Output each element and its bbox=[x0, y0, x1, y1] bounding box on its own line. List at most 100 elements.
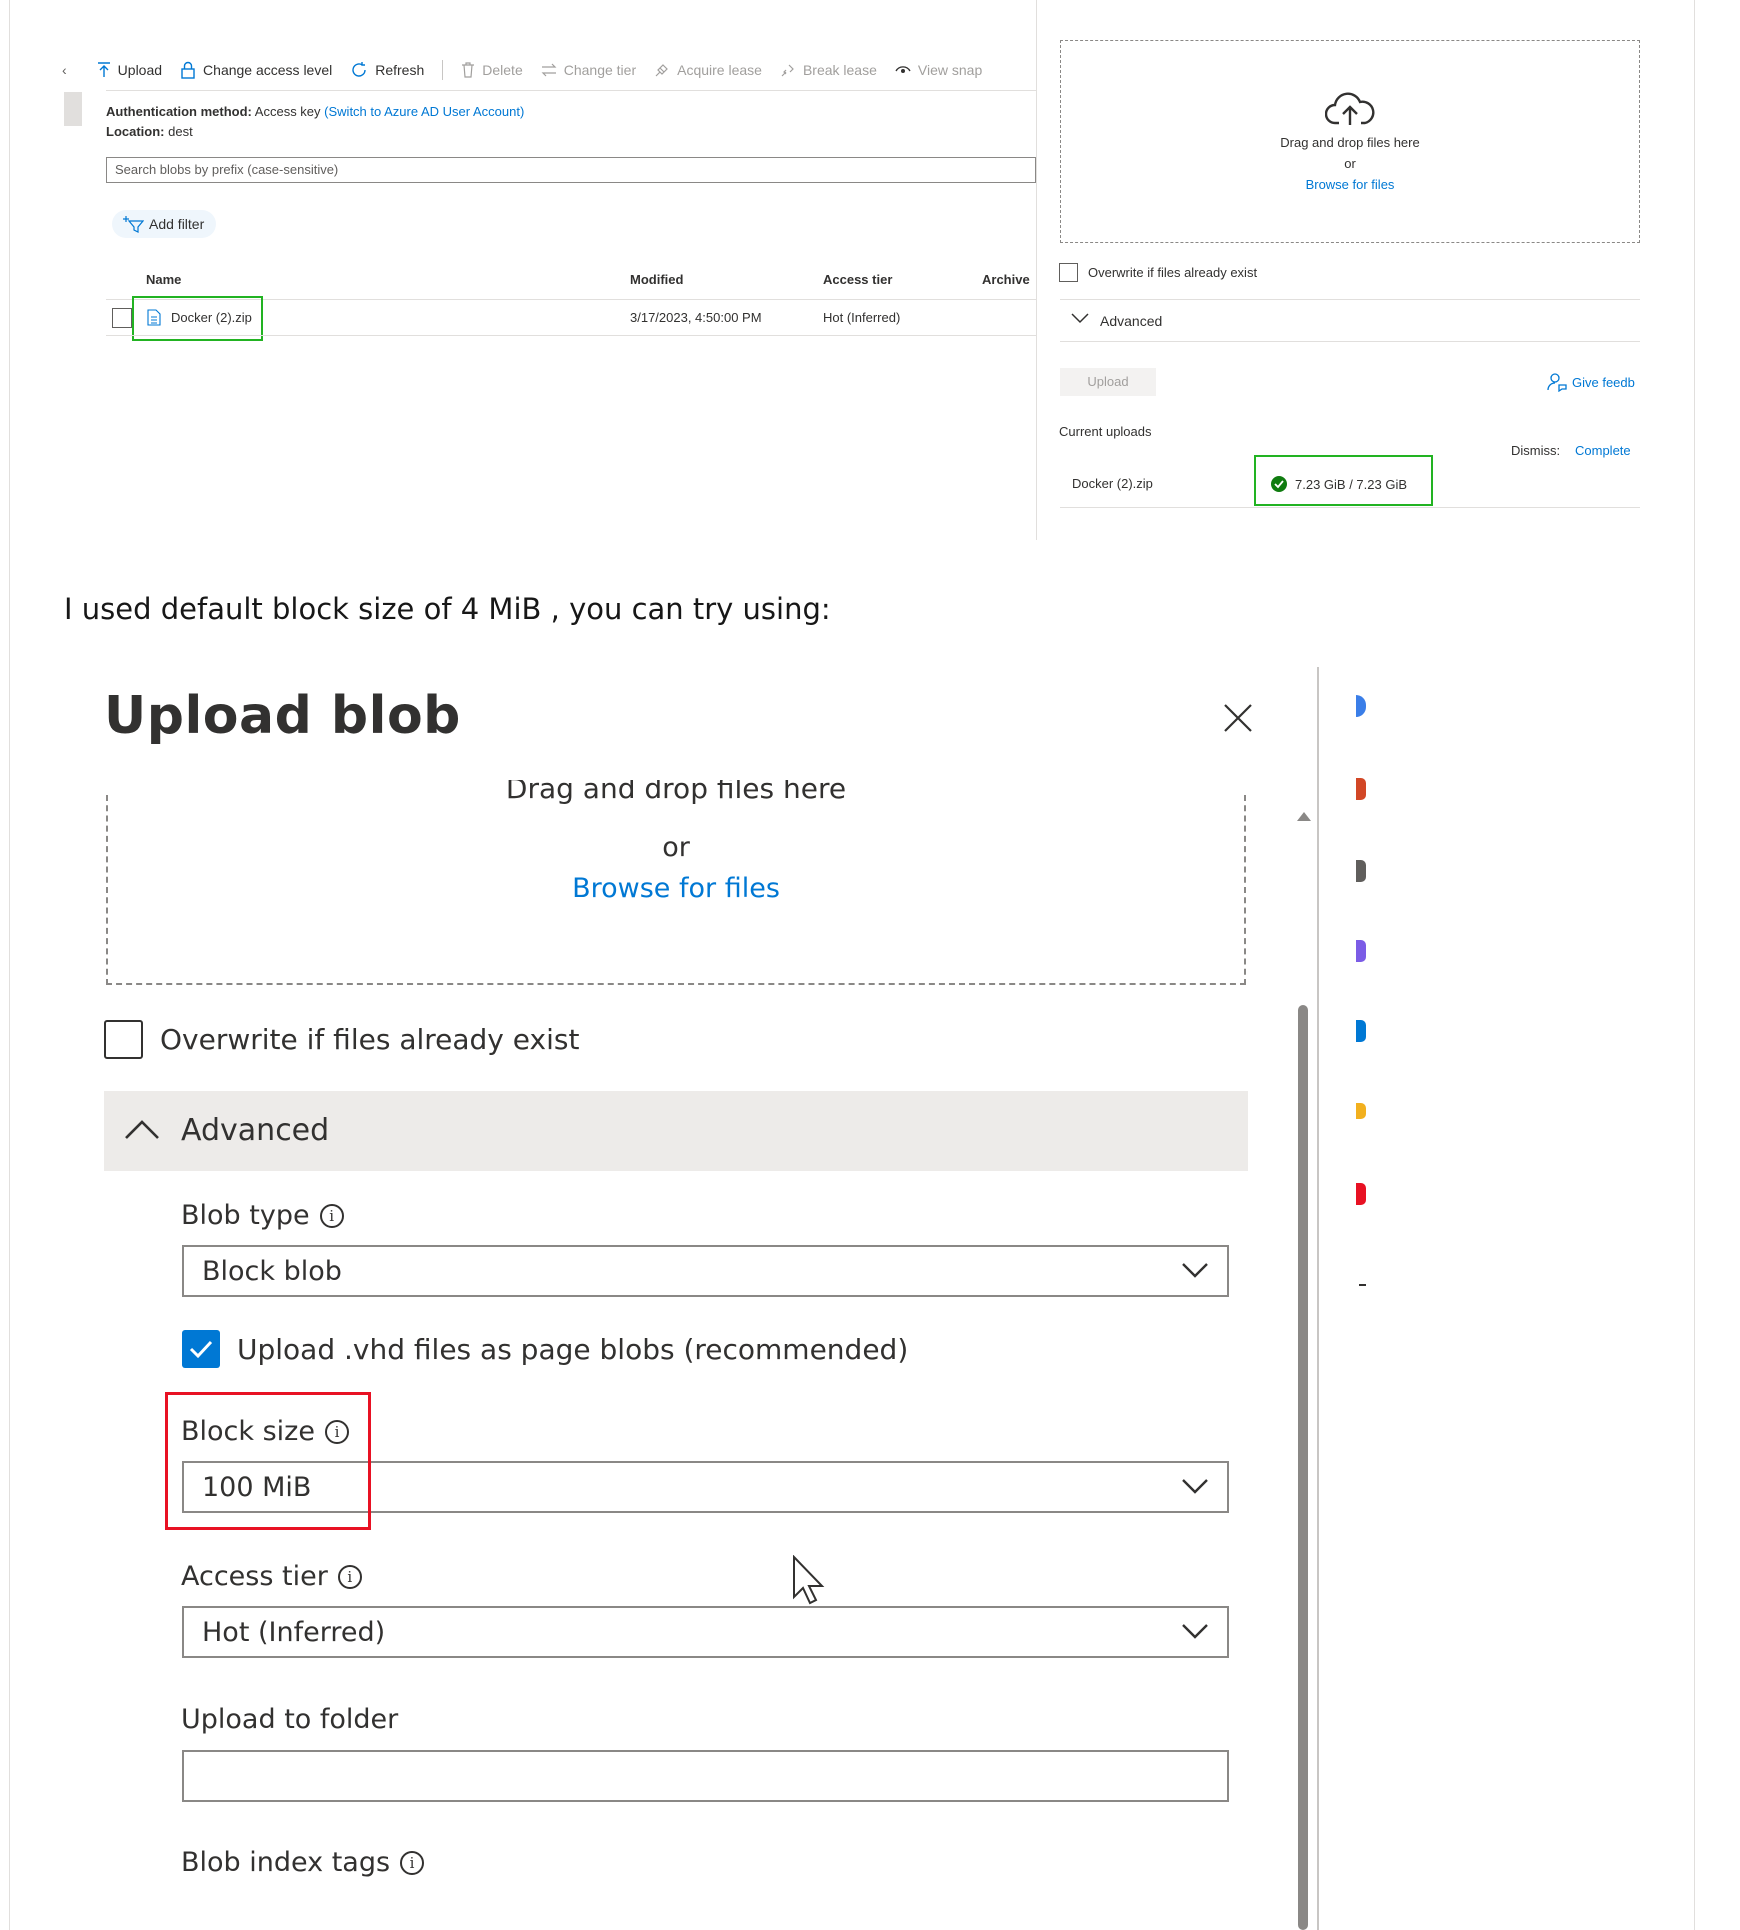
eye-icon bbox=[895, 66, 911, 73]
change-access-level-button[interactable]: Change access level bbox=[180, 61, 332, 79]
side-app-icon bbox=[1356, 1020, 1366, 1042]
side-app-icon bbox=[1356, 695, 1366, 717]
page-border-left bbox=[9, 0, 10, 1930]
upload-label: Upload bbox=[117, 62, 163, 78]
location-label: Location: bbox=[106, 124, 165, 139]
panel-divider bbox=[1060, 507, 1640, 508]
body-paragraph: I used default block size of 4 MiB , you… bbox=[64, 592, 831, 626]
link-icon bbox=[655, 64, 668, 77]
toolbar-divider-line bbox=[106, 90, 1036, 91]
overwrite-label: Overwrite if files already exist bbox=[160, 1023, 580, 1056]
chevron-down-icon bbox=[1071, 313, 1089, 324]
overwrite-label: Overwrite if files already exist bbox=[1088, 265, 1258, 280]
column-header-access-tier[interactable]: Access tier bbox=[823, 272, 892, 287]
checkmark-icon bbox=[189, 1340, 213, 1359]
location-line: Location: dest bbox=[106, 124, 193, 139]
give-feedback-label: Give feedb bbox=[1572, 374, 1635, 390]
advanced-section-header[interactable]: Advanced bbox=[104, 1091, 1248, 1171]
break-lease-button[interactable]: Break lease bbox=[780, 62, 877, 78]
panel-upload-button[interactable]: Upload bbox=[1060, 368, 1156, 396]
check-circle-icon bbox=[1271, 476, 1287, 492]
upload-folder-label-text: Upload to folder bbox=[181, 1704, 399, 1735]
switch-auth-link[interactable]: (Switch to Azure AD User Account) bbox=[324, 104, 524, 119]
blob-index-tags-label: Blob index tags i bbox=[181, 1847, 425, 1878]
side-dash bbox=[1359, 1284, 1366, 1286]
side-app-icon bbox=[1356, 860, 1366, 882]
side-app-icon bbox=[1356, 940, 1366, 962]
access-tier-label-text: Access tier bbox=[181, 1561, 328, 1592]
blob-name-link[interactable]: Docker (2).zip bbox=[171, 310, 252, 325]
column-header-modified[interactable]: Modified bbox=[630, 272, 683, 287]
auth-method-value: Access key bbox=[254, 104, 321, 119]
upload-item-name: Docker (2).zip bbox=[1072, 476, 1153, 491]
or-text: or bbox=[662, 832, 690, 863]
change-tier-button[interactable]: Change tier bbox=[541, 62, 636, 78]
dialog-edge bbox=[1317, 667, 1319, 1930]
change-tier-label: Change tier bbox=[563, 62, 637, 78]
drag-drop-text: Drag and drop files here bbox=[1280, 135, 1420, 150]
blob-type-label: Blob type i bbox=[181, 1200, 344, 1231]
scrollbar-thumb[interactable] bbox=[1298, 1005, 1308, 1930]
refresh-label: Refresh bbox=[375, 62, 425, 78]
toolbar-divider bbox=[442, 60, 444, 80]
scroll-up-arrow-icon[interactable] bbox=[1296, 810, 1312, 822]
give-feedback-link[interactable]: Give feedb bbox=[1547, 372, 1635, 392]
change-access-level-label: Change access level bbox=[203, 62, 333, 78]
delete-label: Delete bbox=[482, 62, 523, 78]
blob-index-tags-label-text: Blob index tags bbox=[181, 1847, 391, 1878]
side-app-icon bbox=[1356, 1183, 1366, 1205]
dismiss-label: Dismiss: bbox=[1511, 443, 1561, 458]
advanced-label: Advanced bbox=[181, 1113, 330, 1148]
overwrite-checkbox[interactable] bbox=[1059, 263, 1078, 282]
blob-type-label-text: Blob type bbox=[181, 1200, 310, 1231]
panel-divider bbox=[1060, 299, 1640, 300]
chevron-down-icon bbox=[1182, 1263, 1208, 1278]
auth-method-label: Authentication method: bbox=[106, 104, 252, 119]
dismiss-completed-link[interactable]: Complete bbox=[1575, 443, 1631, 458]
upload-folder-label: Upload to folder bbox=[181, 1704, 398, 1735]
mouse-cursor-icon bbox=[793, 1555, 825, 1605]
column-header-name[interactable]: Name bbox=[146, 272, 181, 287]
browse-files-link[interactable]: Browse for files bbox=[106, 873, 1246, 904]
access-tier-label: Access tier i bbox=[181, 1561, 362, 1592]
refresh-button[interactable]: Refresh bbox=[350, 61, 424, 79]
add-filter-button[interactable]: Add filter bbox=[112, 210, 217, 238]
close-icon[interactable] bbox=[1222, 702, 1254, 734]
acquire-lease-button[interactable]: Acquire lease bbox=[654, 62, 762, 78]
collapse-button[interactable]: ‹ bbox=[62, 62, 67, 78]
delete-button[interactable]: Delete bbox=[461, 62, 523, 78]
overwrite-checkbox[interactable] bbox=[104, 1020, 143, 1059]
blob-type-select[interactable]: Block blob bbox=[182, 1245, 1229, 1297]
info-icon[interactable]: i bbox=[400, 1850, 425, 1875]
access-tier-value: Hot (Inferred) bbox=[202, 1616, 386, 1648]
current-uploads-heading: Current uploads bbox=[1059, 424, 1152, 439]
or-text: or bbox=[1344, 156, 1356, 171]
chevron-up-icon bbox=[125, 1120, 159, 1139]
search-blobs-input[interactable]: Search blobs by prefix (case-sensitive) bbox=[106, 157, 1036, 183]
column-header-archive[interactable]: Archive bbox=[982, 272, 1030, 287]
broken-link-icon bbox=[781, 64, 794, 77]
upload-folder-input[interactable] bbox=[182, 1750, 1229, 1802]
side-app-icon bbox=[1356, 778, 1366, 800]
info-icon[interactable]: i bbox=[319, 1203, 344, 1228]
trash-icon bbox=[462, 62, 475, 78]
drop-zone[interactable]: Drag and drop files here or Browse for f… bbox=[1060, 40, 1640, 243]
upload-button[interactable]: Upload bbox=[97, 62, 162, 78]
drag-drop-text-clipped: Drag and drop files here bbox=[505, 780, 847, 805]
access-tier-select[interactable]: Hot (Inferred) bbox=[182, 1606, 1229, 1658]
browse-files-link[interactable]: Browse for files bbox=[1061, 177, 1639, 192]
panel-divider bbox=[1060, 341, 1640, 342]
chevron-down-icon bbox=[1182, 1624, 1208, 1639]
vhd-checkbox-label: Upload .vhd files as page blobs (recomme… bbox=[237, 1333, 909, 1366]
row-checkbox[interactable] bbox=[112, 308, 132, 328]
view-snapshots-button[interactable]: View snap bbox=[895, 62, 982, 78]
location-value: dest bbox=[168, 124, 193, 139]
swap-icon bbox=[541, 63, 557, 77]
table-row-divider bbox=[106, 335, 1036, 336]
upload-progress-text: 7.23 GiB / 7.23 GiB bbox=[1295, 477, 1408, 492]
vhd-checkbox[interactable] bbox=[182, 1330, 220, 1368]
dialog-title: Upload blob bbox=[104, 686, 461, 746]
info-icon[interactable]: i bbox=[337, 1564, 362, 1589]
feedback-icon bbox=[1547, 373, 1567, 392]
toolbar: ‹ Upload Change access level Refresh Del… bbox=[62, 58, 1000, 82]
